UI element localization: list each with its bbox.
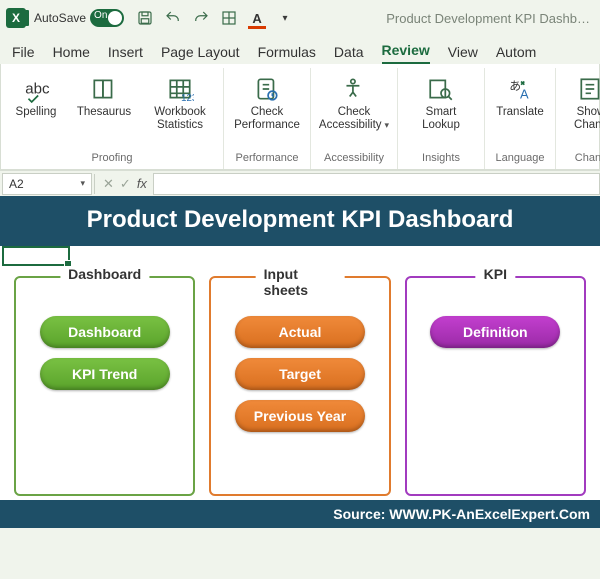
tab-insert[interactable]: Insert [108, 44, 143, 64]
tab-data[interactable]: Data [334, 44, 364, 64]
workbook-stats-icon: 123 [166, 72, 194, 106]
workbook-stats-label: WorkbookStatistics [154, 106, 206, 132]
group-label: Proofing [7, 150, 217, 167]
nav-button-previous-year[interactable]: Previous Year [235, 400, 365, 432]
ribbon-group-proofing: abc Spelling Thesaurus 123 WorkbookStatistic… [1, 68, 224, 169]
nav-button-target[interactable]: Target [235, 358, 365, 390]
spelling-label: Spelling [16, 106, 57, 119]
panel-dashboard: DashboardDashboardKPI Trend [14, 276, 195, 496]
group-label: Accessibility [317, 150, 391, 167]
worksheet: Product Development KPI Dashboard Dashbo… [0, 196, 600, 528]
tab-review[interactable]: Review [382, 42, 430, 64]
check-performance-icon [253, 72, 281, 106]
translate-label: Translate [496, 106, 544, 119]
excel-logo-icon: X [6, 8, 26, 28]
check-accessibility-label: CheckAccessibility▾ [319, 106, 389, 132]
thesaurus-label: Thesaurus [77, 106, 131, 119]
autosave-toggle[interactable]: On [90, 9, 124, 27]
tab-home[interactable]: Home [53, 44, 90, 64]
group-label: Insights [404, 150, 478, 167]
selected-cell[interactable] [2, 246, 70, 266]
font-color-icon[interactable]: A [248, 9, 266, 27]
qat-customize-icon[interactable]: ▾ [276, 9, 294, 27]
ribbon-tabs: File Home Insert Page Layout Formulas Data Rev… [0, 36, 600, 64]
title-bar: X AutoSave On A ▾ Product Development KP… [0, 0, 600, 36]
redo-icon[interactable] [192, 9, 210, 27]
save-icon[interactable] [136, 9, 154, 27]
nav-button-actual[interactable]: Actual [235, 316, 365, 348]
check-accessibility-button[interactable]: CheckAccessibility▾ [317, 70, 391, 150]
svg-text:A: A [520, 87, 529, 102]
check-accessibility-icon [340, 72, 368, 106]
smart-lookup-button[interactable]: SmartLookup [404, 70, 478, 150]
spelling-icon: abc [22, 72, 50, 106]
tab-autom[interactable]: Autom [496, 44, 536, 64]
smart-lookup-icon [427, 72, 455, 106]
check-performance-button[interactable]: CheckPerformance [230, 70, 304, 150]
panel-kpi: KPIDefinition [405, 276, 586, 496]
quick-access-toolbar: A ▾ [136, 9, 294, 27]
panel-input-sheets: Input sheetsActualTargetPrevious Year [209, 276, 390, 496]
ribbon: abc Spelling Thesaurus 123 WorkbookStatistic… [0, 64, 600, 170]
enter-icon[interactable]: ✓ [120, 176, 131, 192]
ribbon-group-performance: CheckPerformance Performance [224, 68, 311, 169]
nav-button-definition[interactable]: Definition [430, 316, 560, 348]
ribbon-group-chang: ShowChang Chang [556, 68, 600, 169]
svg-text:123: 123 [181, 93, 194, 103]
thesaurus-button[interactable]: Thesaurus [75, 70, 133, 150]
name-box[interactable]: A2 ▾ [2, 173, 92, 195]
nav-button-dashboard[interactable]: Dashboard [40, 316, 170, 348]
panel-heading: Input sheets [256, 266, 345, 298]
group-label: Chang [562, 150, 600, 167]
ribbon-group-insights: SmartLookup Insights [398, 68, 485, 169]
ribbon-group-accessibility: CheckAccessibility▾ Accessibility [311, 68, 398, 169]
formula-input[interactable] [153, 173, 600, 195]
cancel-icon[interactable]: ✕ [103, 176, 114, 192]
translate-icon: あA [506, 72, 534, 106]
formula-bar-buttons: ✕ ✓ fx [103, 176, 147, 192]
autosave-control[interactable]: AutoSave On [34, 9, 124, 27]
document-title: Product Development KPI Dashb… [386, 11, 590, 26]
nav-button-kpi-trend[interactable]: KPI Trend [40, 358, 170, 390]
translate-button[interactable]: あATranslate [491, 70, 549, 150]
insert-function-icon[interactable]: fx [137, 176, 147, 191]
spelling-button[interactable]: abc Spelling [7, 70, 65, 150]
autosave-label: AutoSave [34, 11, 86, 25]
group-label: Performance [230, 150, 304, 167]
svg-text:abc: abc [25, 80, 50, 97]
workbook-stats-button[interactable]: 123 WorkbookStatistics [143, 70, 217, 150]
show-changes-label: ShowChang [574, 106, 600, 132]
show-changes-icon [577, 72, 600, 106]
tab-file[interactable]: File [12, 44, 35, 64]
smart-lookup-label: SmartLookup [422, 106, 460, 132]
check-performance-label: CheckPerformance [234, 106, 300, 132]
panel-heading: Dashboard [60, 266, 149, 282]
formula-bar-row: A2 ▾ ✕ ✓ fx [0, 170, 600, 196]
panel-heading: KPI [476, 266, 515, 282]
dashboard-panels: Dashboard Dashboard KPI Trend Input sheets A… [0, 266, 600, 500]
tab-view[interactable]: View [448, 44, 478, 64]
group-label: Language [491, 150, 549, 167]
ribbon-group-language: あATranslateLanguage [485, 68, 556, 169]
tab-page-layout[interactable]: Page Layout [161, 44, 240, 64]
thesaurus-icon [90, 72, 118, 106]
chevron-down-icon[interactable]: ▾ [80, 178, 85, 189]
source-footer: Source: WWW.PK-AnExcelExpert.Com [0, 500, 600, 528]
undo-icon[interactable] [164, 9, 182, 27]
dashboard-title: Product Development KPI Dashboard [0, 196, 600, 246]
borders-icon[interactable] [220, 9, 238, 27]
tab-formulas[interactable]: Formulas [258, 44, 316, 64]
show-changes-button[interactable]: ShowChang [562, 70, 600, 150]
